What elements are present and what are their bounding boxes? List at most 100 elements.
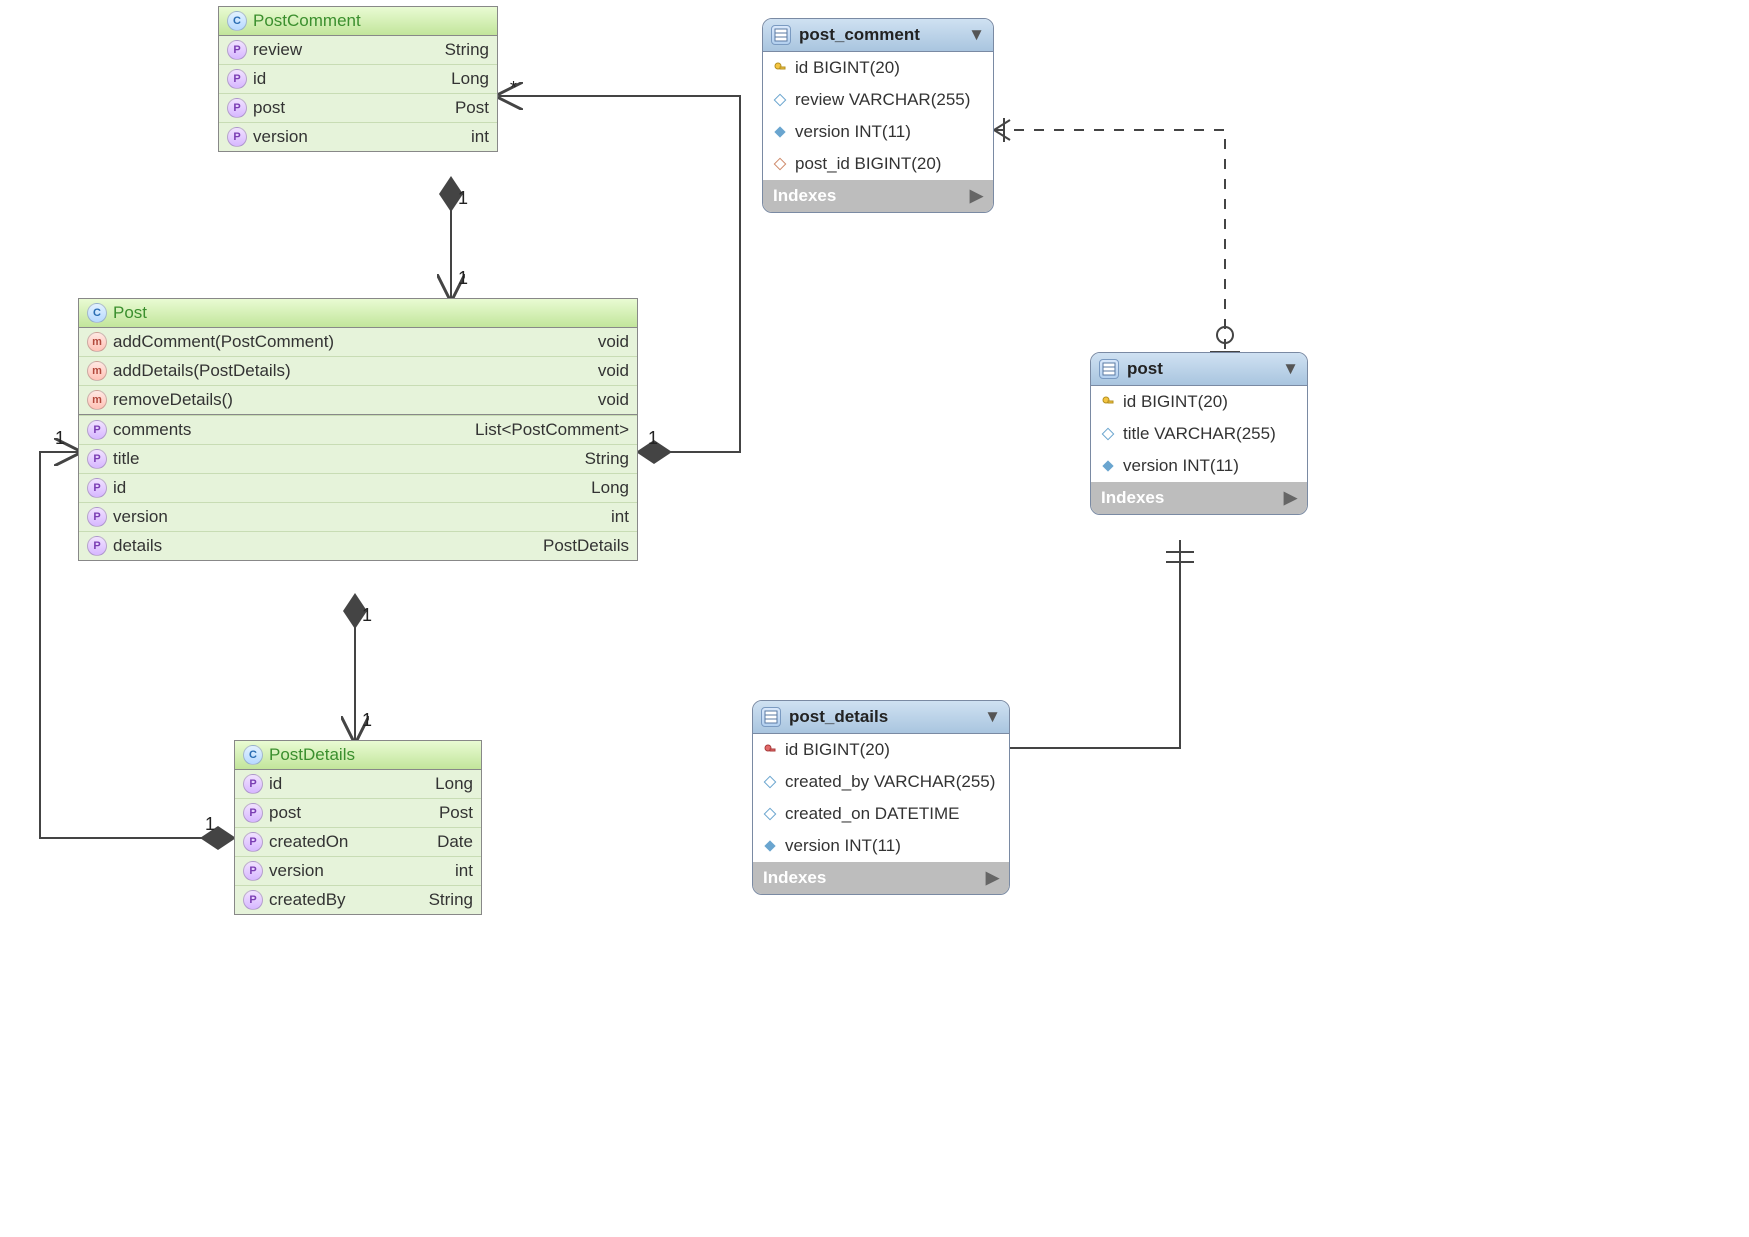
column-icon [773, 93, 787, 107]
prop-type: Post [439, 803, 473, 823]
prop-row: Ppost Post [219, 93, 497, 122]
method-type: void [598, 390, 629, 410]
prop-name: id [269, 774, 282, 794]
method-type: void [598, 332, 629, 352]
prop-row: PcommentsList<PostComment> [79, 415, 637, 444]
prop-row: Pversion int [235, 856, 481, 885]
column-icon [1101, 427, 1115, 441]
column-text: version INT(11) [785, 836, 901, 856]
prop-name: post [253, 98, 285, 118]
column-row: created_on DATETIME [753, 798, 1009, 830]
table-title: post [1127, 359, 1163, 379]
prop-name: comments [113, 420, 191, 440]
prop-row: PcreatedByString [235, 885, 481, 914]
column-row: version INT(11) [753, 830, 1009, 862]
column-text: review VARCHAR(255) [795, 90, 970, 110]
mult-one-c: 1 [458, 268, 468, 289]
class-title: Post [113, 303, 147, 323]
prop-type: Date [437, 832, 473, 852]
prop-icon: P [243, 861, 263, 881]
method-icon: m [87, 390, 107, 410]
mult-one-f: 1 [205, 814, 215, 835]
table-head: post_details ▼ [753, 701, 1009, 734]
column-row: review VARCHAR(255) [763, 84, 993, 116]
mult-one-a: 1 [648, 428, 658, 449]
method-row: m addDetails(PostDetails) void [79, 356, 637, 385]
column-icon [763, 775, 777, 789]
column-text: created_on DATETIME [785, 804, 959, 824]
prop-name: id [253, 69, 266, 89]
method-icon: m [87, 332, 107, 352]
column-text: version INT(11) [1123, 456, 1239, 476]
method-name: removeDetails() [113, 390, 233, 410]
class-post: C Post maddComment(PostComment)void madd… [78, 298, 638, 561]
class-postcomment: C PostComment PreviewString PidLong Ppos… [218, 6, 498, 152]
prop-type: int [611, 507, 629, 527]
collapse-icon: ▼ [1282, 359, 1299, 379]
prop-icon: P [87, 449, 107, 469]
prop-row: PreviewString [219, 36, 497, 64]
expand-icon: ▶ [986, 868, 999, 888]
column-row: id BIGINT(20) [1091, 386, 1307, 418]
prop-row: PpostPost [235, 798, 481, 827]
table-icon [1099, 359, 1119, 379]
class-title: PostDetails [269, 745, 355, 765]
prop-name: version [269, 861, 324, 881]
prop-row: Pversionint [79, 502, 637, 531]
table-body: id BIGINT(20) created_by VARCHAR(255) cr… [753, 734, 1009, 862]
class-head: C PostDetails [235, 741, 481, 770]
table-title: post_details [789, 707, 888, 727]
method-row: maddComment(PostComment)void [79, 328, 637, 356]
prop-row: PidLong [219, 64, 497, 93]
table-post-comment: post_comment ▼ id BIGINT(20) review VARC… [762, 18, 994, 213]
column-icon [763, 807, 777, 821]
method-name: addDetails(PostDetails) [113, 361, 291, 381]
table-head: post_comment ▼ [763, 19, 993, 52]
prop-type: String [429, 890, 473, 910]
column-text: version INT(11) [795, 122, 911, 142]
prop-icon: P [227, 69, 247, 89]
prop-type: String [585, 449, 629, 469]
prop-type: int [455, 861, 473, 881]
prop-row: Pversionint [219, 122, 497, 151]
mult-one-d: 1 [362, 605, 372, 626]
prop-icon: P [227, 127, 247, 147]
prop-icon: P [243, 803, 263, 823]
prop-type: Long [435, 774, 473, 794]
mult-one-g: 1 [55, 428, 65, 449]
column-text: id BIGINT(20) [795, 58, 900, 78]
method-row: m removeDetails() void [79, 385, 637, 414]
method-icon: m [87, 361, 107, 381]
table-post: post ▼ id BIGINT(20) title VARCHAR(255) … [1090, 352, 1308, 515]
prop-icon: P [87, 478, 107, 498]
column-text: title VARCHAR(255) [1123, 424, 1276, 444]
column-row: version INT(11) [763, 116, 993, 148]
collapse-icon: ▼ [968, 25, 985, 45]
table-post-details: post_details ▼ id BIGINT(20) created_by … [752, 700, 1010, 895]
pk-icon [773, 61, 787, 75]
class-head: C PostComment [219, 7, 497, 36]
table-footer: Indexes▶ [1091, 482, 1307, 514]
class-icon: C [227, 11, 247, 31]
collapse-icon: ▼ [984, 707, 1001, 727]
column-icon [763, 839, 777, 853]
prop-icon: P [227, 98, 247, 118]
class-icon: C [87, 303, 107, 323]
prop-type: PostDetails [543, 536, 629, 556]
table-icon [761, 707, 781, 727]
prop-type: Post [455, 98, 489, 118]
class-head: C Post [79, 299, 637, 328]
prop-icon: P [87, 507, 107, 527]
column-text: id BIGINT(20) [785, 740, 890, 760]
prop-name: createdBy [269, 890, 346, 910]
method-type: void [598, 361, 629, 381]
column-text: post_id BIGINT(20) [795, 154, 941, 174]
prop-name: title [113, 449, 139, 469]
mult-one-b: 1 [458, 188, 468, 209]
prop-row: PdetailsPostDetails [79, 531, 637, 560]
footer-text: Indexes [763, 868, 826, 888]
class-icon: C [243, 745, 263, 765]
prop-type: Long [591, 478, 629, 498]
mult-one-e: 1 [362, 710, 372, 731]
prop-name: review [253, 40, 302, 60]
